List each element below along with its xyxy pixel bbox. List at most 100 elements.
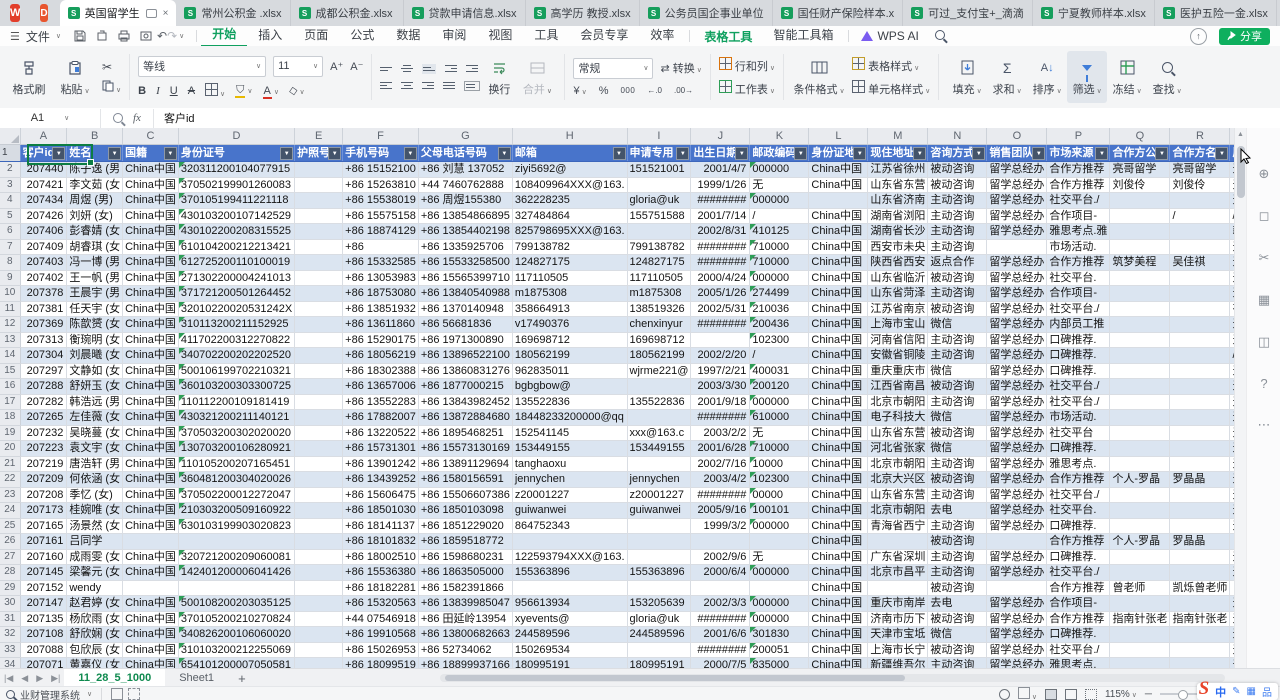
cell[interactable]: 370502199901260083 xyxy=(178,177,294,193)
cell[interactable]: 湖南省浏阳 xyxy=(868,208,928,224)
cell[interactable]: 去电 xyxy=(928,596,987,612)
cell[interactable]: 2003/3/30 xyxy=(691,379,750,395)
filter-dropdown-button[interactable]: ▼ xyxy=(498,147,511,160)
status-app-label[interactable]: 业财管理系统 xyxy=(20,687,80,700)
row-header[interactable]: 6 xyxy=(0,224,20,240)
cell[interactable]: 207145 xyxy=(20,565,67,581)
cell[interactable]: 370105200210270824 xyxy=(178,611,294,627)
cell[interactable]: 河北省张家 xyxy=(868,441,928,457)
cell[interactable] xyxy=(1170,627,1230,643)
cell[interactable] xyxy=(295,394,343,410)
cell[interactable]: China中国 xyxy=(809,580,868,596)
cell[interactable]: 内部员工推 xyxy=(1047,317,1110,333)
cell[interactable] xyxy=(1170,224,1230,240)
cell[interactable]: 2000/4/24 xyxy=(691,270,750,286)
cell[interactable] xyxy=(295,549,343,565)
cell[interactable] xyxy=(1170,565,1230,581)
filter-dropdown-button[interactable]: ▼ xyxy=(1215,147,1228,160)
cell[interactable]: 864752343 xyxy=(512,518,627,534)
cell[interactable] xyxy=(1110,410,1170,426)
cell[interactable]: 207071 xyxy=(20,658,67,669)
docer-icon[interactable]: D xyxy=(40,4,47,22)
cell[interactable]: z20001227 xyxy=(627,487,691,503)
cell[interactable] xyxy=(627,456,691,472)
cell[interactable]: 340826200106060020 xyxy=(178,627,294,643)
cell[interactable]: China中国 xyxy=(809,658,868,669)
cell[interactable] xyxy=(123,580,179,596)
cell[interactable]: China中国 xyxy=(123,348,179,364)
cell[interactable]: 630103199903020823 xyxy=(178,518,294,534)
save-icon[interactable] xyxy=(74,30,86,42)
ime-keyboard-icon[interactable]: ▦ xyxy=(1247,686,1256,697)
cell[interactable]: 2000/7/5 xyxy=(691,658,750,669)
table-header-cell[interactable]: 姓名▼ xyxy=(67,145,123,162)
cell[interactable]: 江苏省南京 xyxy=(868,301,928,317)
cell[interactable]: 左佳薇 (女 xyxy=(67,410,123,426)
row-header[interactable]: 10 xyxy=(0,286,20,302)
cell[interactable]: 主动咨询 xyxy=(928,487,987,503)
zoom-formula-icon[interactable] xyxy=(113,113,123,123)
cell[interactable]: 主动咨询 xyxy=(928,565,987,581)
cell[interactable]: 340702200202202520 xyxy=(178,348,294,364)
filter-button[interactable]: 筛选∨ xyxy=(1067,51,1107,103)
column-header-I[interactable]: I xyxy=(627,128,691,145)
cell[interactable] xyxy=(1170,317,1230,333)
cell[interactable] xyxy=(295,317,343,333)
cell[interactable]: 社交平台./ xyxy=(1047,379,1110,395)
ime-toolbox-icon[interactable]: 品 xyxy=(1262,684,1272,699)
cell[interactable]: 207421 xyxy=(20,177,67,193)
cell[interactable]: 无 xyxy=(750,177,809,193)
cell[interactable] xyxy=(1110,193,1170,209)
cell[interactable]: 社交平台./ xyxy=(1047,487,1110,503)
cell[interactable]: 凯烁曾老师 xyxy=(1170,580,1230,596)
filter-dropdown-button[interactable]: ▼ xyxy=(280,147,293,160)
cell[interactable]: 袁文宇 (女 xyxy=(67,441,123,457)
cell[interactable]: +86 1895468251 xyxy=(418,425,512,441)
cell[interactable]: +86 周煜155380 xyxy=(418,193,512,209)
cell[interactable]: / xyxy=(750,208,809,224)
cell[interactable]: 合作项目- xyxy=(1047,208,1110,224)
cell[interactable]: +86 13220522 xyxy=(343,425,419,441)
tab-smart-toolbox[interactable]: 智能工具箱 xyxy=(762,26,844,46)
tab-工具[interactable]: 工具 xyxy=(523,26,569,46)
cell[interactable] xyxy=(1110,394,1170,410)
zoom-slider-knob[interactable] xyxy=(1178,690,1188,700)
cell[interactable]: 重庆重庆市 xyxy=(868,363,928,379)
cell[interactable] xyxy=(295,611,343,627)
table-header-cell[interactable]: 护照号▼ xyxy=(295,145,343,162)
cell[interactable]: 153449155 xyxy=(512,441,627,457)
cell[interactable]: China中国 xyxy=(809,642,868,658)
cell[interactable] xyxy=(295,441,343,457)
cell[interactable]: 个人-罗晶 xyxy=(1110,472,1170,488)
cell[interactable]: 799138782 xyxy=(627,239,691,255)
cell[interactable]: wjrme221@ xyxy=(627,363,691,379)
cell[interactable] xyxy=(512,580,627,596)
cell[interactable]: 山东省东营 xyxy=(868,487,928,503)
cell[interactable]: bgbgbow@ xyxy=(512,379,627,395)
cell[interactable] xyxy=(295,379,343,395)
cell[interactable]: 180562199 xyxy=(512,348,627,364)
column-header-B[interactable]: B xyxy=(67,128,123,145)
horizontal-scroll-thumb[interactable] xyxy=(445,675,905,681)
cell[interactable]: 微信 xyxy=(928,441,987,457)
cell[interactable]: 口碑推荐. xyxy=(1047,549,1110,565)
italic-button[interactable]: I xyxy=(156,85,160,97)
cell[interactable] xyxy=(1110,642,1170,658)
cell[interactable]: 主动咨询 xyxy=(928,348,987,364)
cell[interactable]: China中国 xyxy=(123,503,179,519)
cell[interactable]: 梁馨元 (女 xyxy=(67,565,123,581)
cell[interactable]: 包欣辰 (女 xyxy=(67,642,123,658)
cell[interactable] xyxy=(1170,410,1230,426)
cell[interactable]: 207265 xyxy=(20,410,67,426)
cell[interactable] xyxy=(627,534,691,550)
cell[interactable] xyxy=(1110,596,1170,612)
cell[interactable]: 207223 xyxy=(20,441,67,457)
cell[interactable]: 社交平台. xyxy=(1047,270,1110,286)
cell[interactable]: China中国 xyxy=(123,642,179,658)
cell[interactable] xyxy=(1110,425,1170,441)
cell[interactable]: 刘俊伶 xyxy=(1110,177,1170,193)
cell[interactable]: 主动咨询 xyxy=(928,286,987,302)
cell[interactable]: 207304 xyxy=(20,348,67,364)
cell[interactable]: China中国 xyxy=(809,534,868,550)
row-header[interactable]: 27 xyxy=(0,549,20,565)
